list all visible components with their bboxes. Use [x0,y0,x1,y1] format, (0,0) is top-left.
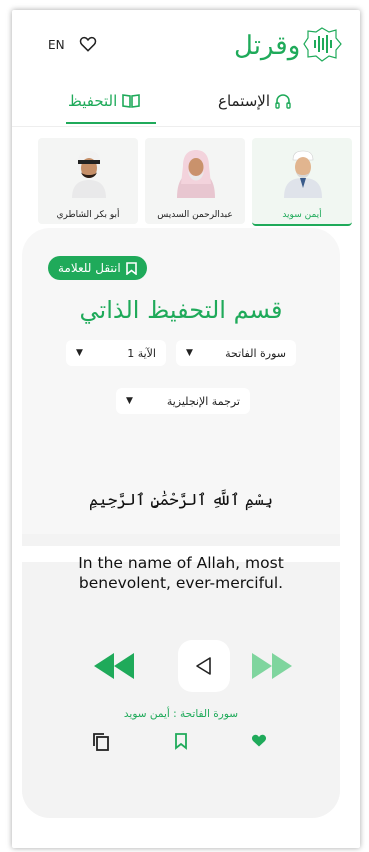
play-button[interactable] [178,640,230,692]
reciter-name: عبدالرحمن السديس [157,210,233,220]
reciter-card-shatri[interactable]: أبو بكر الشاطري [38,138,138,224]
language-toggle[interactable]: EN [48,38,65,52]
reciter-avatar [72,151,106,198]
chevron-down-icon: ▼ [186,348,193,358]
verse-translation: In the name of Allah, most benevolent, e… [22,553,340,593]
active-tab-indicator [66,122,156,124]
tab-memorization-label: التحفيظ [68,92,118,110]
verse-translation-line: In the name of Allah, most [78,554,284,572]
tab-listening[interactable]: الإستماع [218,92,291,110]
reciter-name: أبو بكر الشاطري [56,210,120,220]
headphones-icon [275,94,291,109]
chevron-down-icon: ▼ [76,348,83,358]
surah-select[interactable]: ▼ سورة الفاتحة [176,340,296,366]
play-triangle-icon [196,657,211,675]
open-book-icon [122,94,141,108]
go-to-bookmark-button[interactable]: انتقل للعلامة [48,256,147,280]
chevron-down-icon: ▼ [126,396,133,406]
tab-memorization[interactable]: التحفيظ [68,92,141,110]
reciter-list: أبو بكر الشاطري عبدالرحمن السديس أيمن سو… [38,138,352,226]
verse-arabic-text: بِسْمِ ٱللَّهِ ٱلرَّحْمَٰنِ ٱلرَّحِيمِ [88,490,273,509]
tab-bar: التحفيظ الإستماع [12,82,360,127]
reciter-card-sudais[interactable]: عبدالرحمن السديس [145,138,245,224]
fast-forward-icon[interactable] [250,651,294,681]
logo-sound-badge-icon [303,27,342,62]
reciter-card-suwaid[interactable]: أيمن سويد [252,138,352,226]
reciter-name: أيمن سويد [282,210,322,220]
playback-controls [22,640,340,692]
rewind-icon[interactable] [92,651,136,681]
header: EN وقرتل [12,10,360,80]
surah-select-value: سورة الفاتحة [225,346,286,360]
bookmark-outline-icon[interactable] [174,732,188,750]
ayah-select[interactable]: ▼ الآية 1 [66,340,166,366]
verse-actions [22,730,340,756]
reciter-avatar [177,150,215,198]
verse-translation-line: benevolent, ever-merciful. [78,574,284,592]
ayah-select-value: الآية 1 [127,346,156,360]
now-playing-label: سورة الفاتحة : أيمن سويد [123,708,239,720]
translation-select-value: ترجمة الإنجليزية [166,394,240,408]
app-logo: وقرتل [230,24,342,66]
favorites-heart-icon[interactable] [78,34,98,54]
copy-icon[interactable] [92,732,110,752]
logo-wordmark: وقرتل [234,31,300,61]
favorite-heart-icon[interactable] [250,732,268,748]
tab-listening-label: الإستماع [218,92,271,110]
bookmark-icon [125,261,137,275]
translation-select[interactable]: ▼ ترجمة الإنجليزية [116,388,250,414]
page-title: قسم التحفيظ الذاتي [79,296,283,324]
go-to-bookmark-label: انتقل للعلامة [58,261,121,275]
reciter-avatar [284,150,322,198]
